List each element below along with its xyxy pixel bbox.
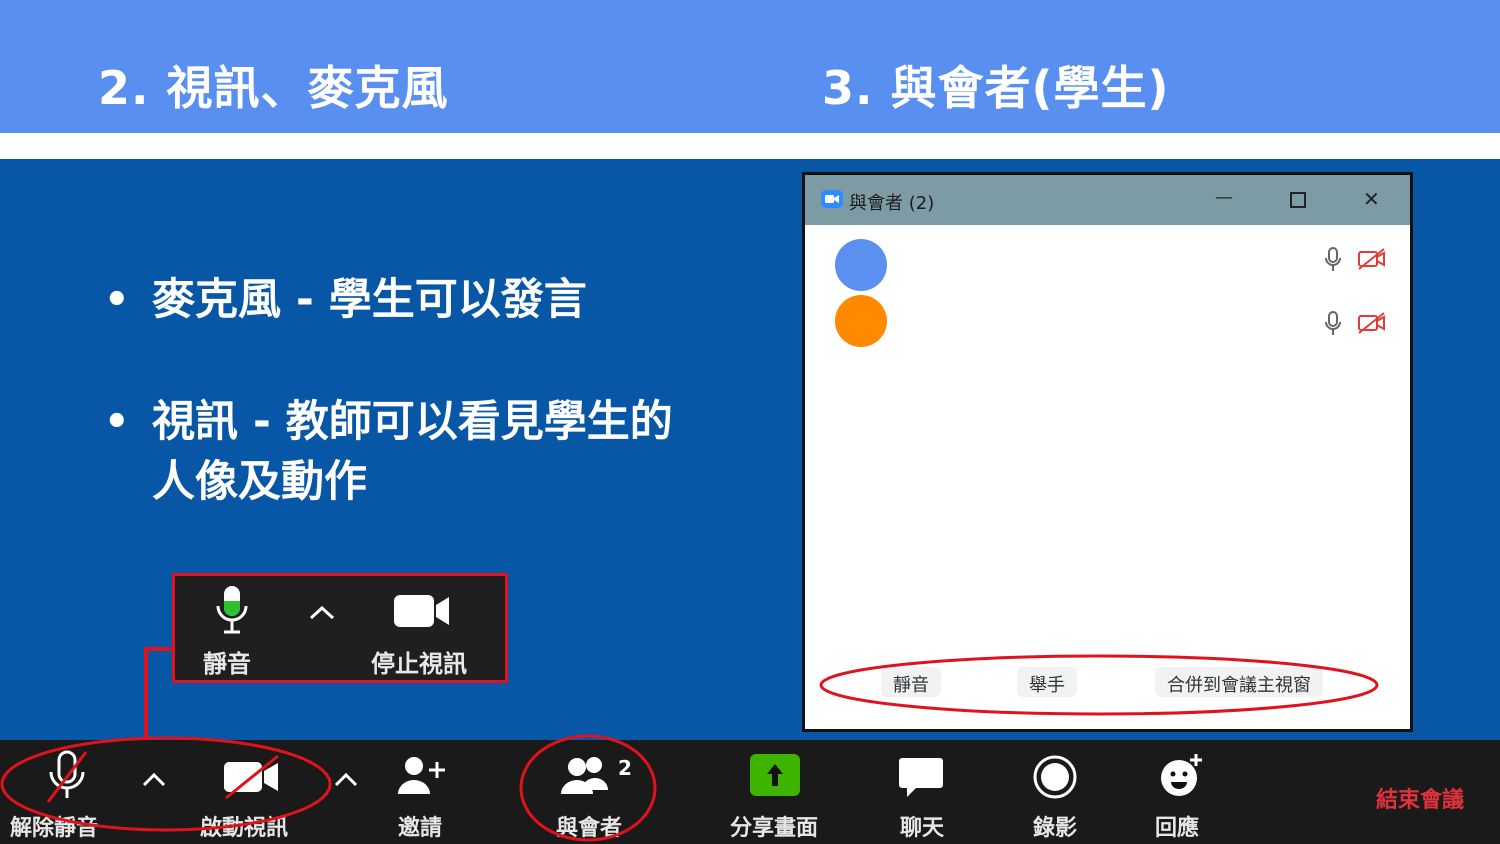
mic-icon[interactable] xyxy=(1323,311,1343,341)
microphone-icon[interactable] xyxy=(213,584,251,638)
participants-titlebar: 與會者 (2) — ✕ xyxy=(805,175,1410,225)
record-icon[interactable] xyxy=(1032,754,1078,804)
add-user-icon[interactable] xyxy=(396,754,446,802)
video-camera-icon[interactable] xyxy=(393,592,453,630)
meeting-toolbar: 解除靜音 啟動視訊 邀請 2 與會者 分享畫面 聊天 錄影 回應 結束會議 xyxy=(0,734,1500,844)
chevron-up-icon[interactable] xyxy=(332,770,360,792)
bullet-dot: • xyxy=(104,399,130,445)
bullet-video: • 視訊 - 教師可以看見學生的人像及動作 xyxy=(104,392,724,516)
maximize-button[interactable] xyxy=(1290,192,1306,208)
chat-label[interactable]: 聊天 xyxy=(900,810,944,842)
bullet-microphone: • 麥克風 - 學生可以發言 xyxy=(104,270,724,330)
highlight-ellipse xyxy=(519,734,657,842)
participant-avatar xyxy=(835,295,887,347)
participants-window: 與會者 (2) — ✕ 靜音 舉手 合併到會議主視窗 xyxy=(802,172,1413,732)
highlight-ellipse xyxy=(0,736,332,832)
participants-window-title: 與會者 (2) xyxy=(849,193,935,214)
bullet-text: 視訊 - 教師可以看見學生的人像及動作 xyxy=(152,397,673,507)
share-screen-label[interactable]: 分享畫面 xyxy=(730,810,818,842)
zoom-logo-icon xyxy=(821,190,843,208)
right-section-title: 3. 與會者(學生) xyxy=(822,61,1170,115)
left-section-title: 2. 視訊、麥克風 xyxy=(98,61,449,115)
reaction-emoji-icon[interactable] xyxy=(1158,752,1206,804)
mic-icon[interactable] xyxy=(1323,247,1343,277)
invite-label[interactable]: 邀請 xyxy=(398,810,442,842)
video-off-icon[interactable] xyxy=(1357,247,1387,275)
highlight-ellipse xyxy=(819,654,1379,716)
mute-label[interactable]: 靜音 xyxy=(203,644,251,679)
close-button[interactable]: ✕ xyxy=(1363,187,1380,211)
stop-video-label[interactable]: 停止視訊 xyxy=(371,644,467,679)
share-screen-icon[interactable] xyxy=(750,754,800,796)
chat-icon[interactable] xyxy=(898,754,944,804)
bullet-text: 麥克風 - 學生可以發言 xyxy=(152,275,587,325)
record-label[interactable]: 錄影 xyxy=(1033,810,1077,842)
minimize-button[interactable]: — xyxy=(1215,187,1233,208)
callout-connector xyxy=(144,647,174,744)
reactions-label[interactable]: 回應 xyxy=(1155,810,1199,842)
mini-toolbar-callout: 靜音 停止視訊 xyxy=(172,573,508,683)
end-meeting-button[interactable]: 結束會議 xyxy=(1376,782,1464,814)
participant-avatar xyxy=(835,239,887,291)
bullet-dot: • xyxy=(104,277,130,323)
slide-header: 2. 視訊、麥克風 3. 與會者(學生) xyxy=(0,0,1500,133)
video-off-icon[interactable] xyxy=(1357,311,1387,339)
chevron-up-icon[interactable] xyxy=(307,602,337,622)
